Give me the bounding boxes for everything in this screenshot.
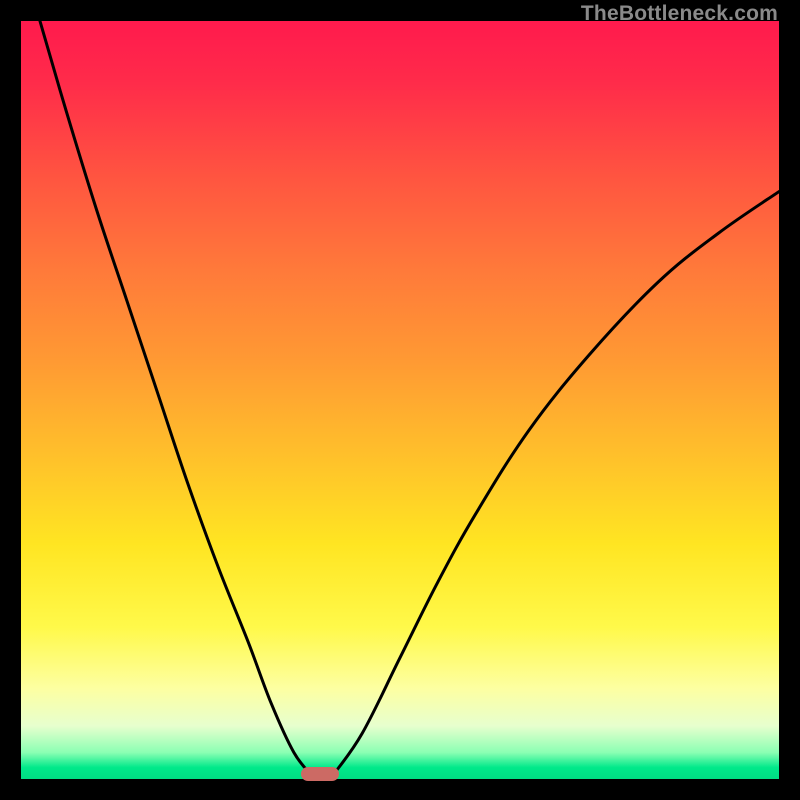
watermark-text: TheBottleneck.com bbox=[581, 2, 778, 26]
plot-area bbox=[21, 21, 779, 779]
optimal-marker bbox=[301, 767, 339, 781]
bottleneck-curve bbox=[21, 21, 779, 779]
